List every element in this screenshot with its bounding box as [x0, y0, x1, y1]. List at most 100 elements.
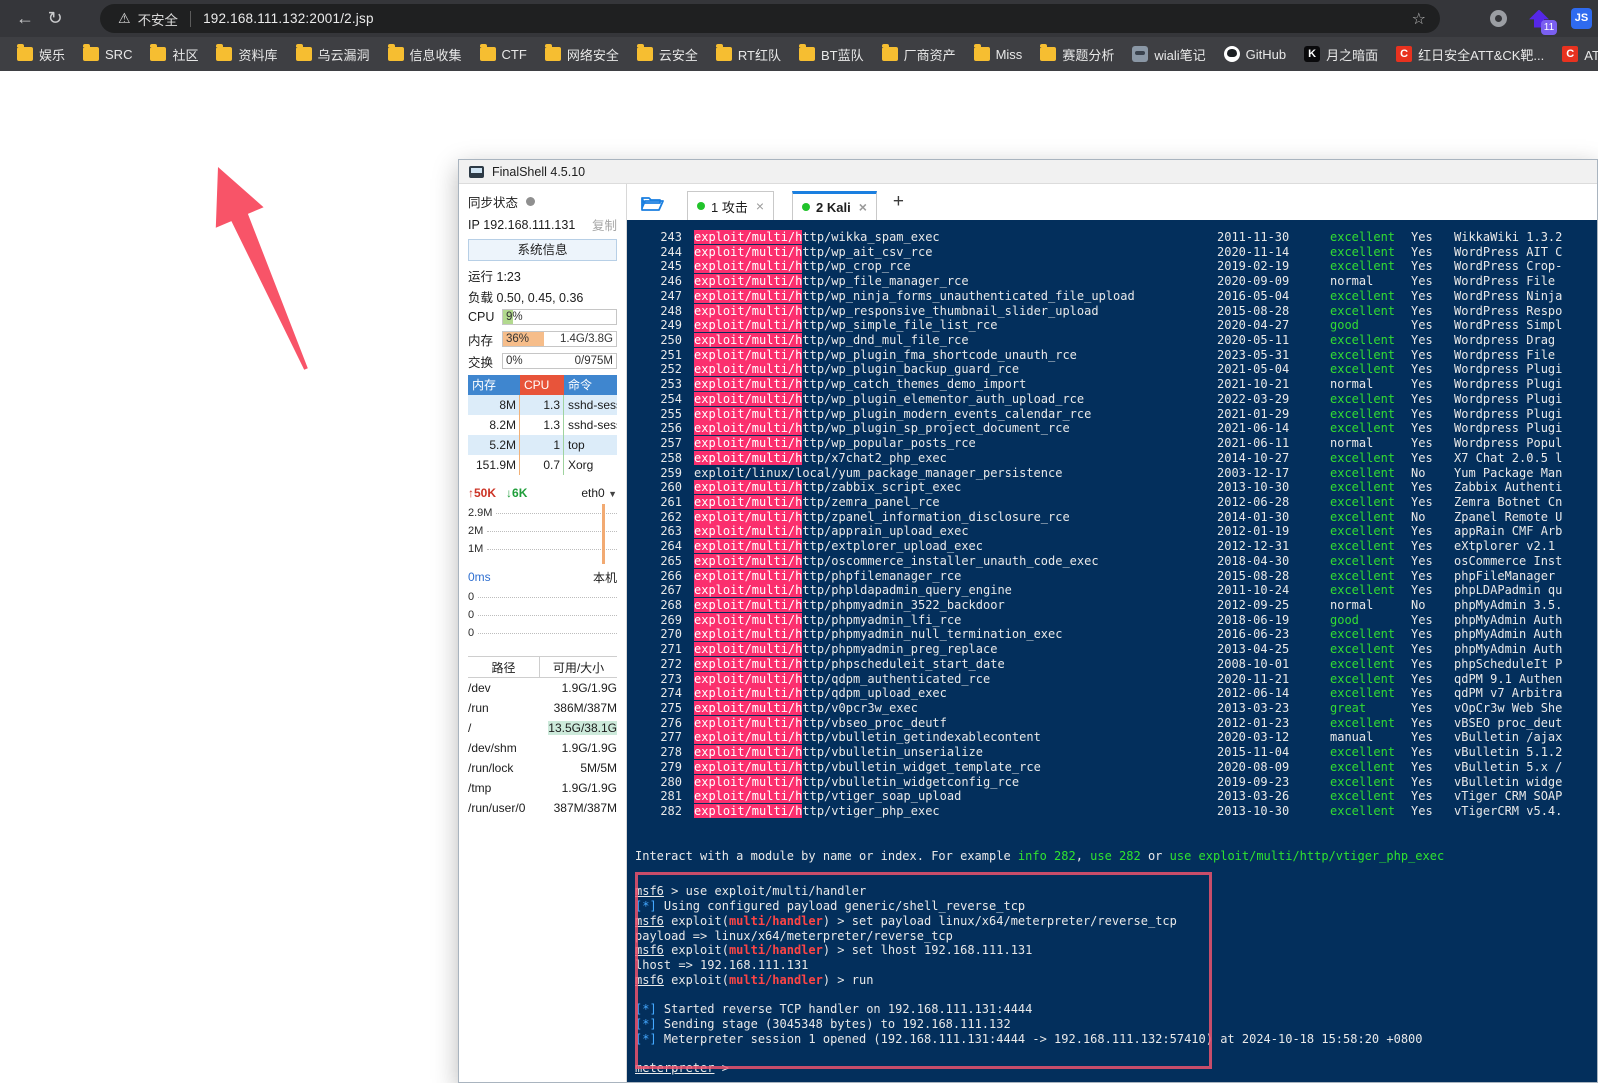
mem-bar-row: 内存 36% 1.4G/3.8G	[468, 331, 617, 347]
bookmark-star-icon[interactable]: ☆	[1412, 9, 1426, 29]
console-line: [*] Meterpreter session 1 opened (192.16…	[635, 1032, 1597, 1047]
console-line: msf6 exploit(multi/handler) > set payloa…	[635, 914, 1597, 929]
bookmark-label: 信息收集	[410, 45, 462, 64]
url-bar[interactable]: ⚠ 不安全 192.168.111.132:2001/2.jsp ☆	[100, 4, 1440, 33]
process-header-cmd[interactable]: 命令	[564, 375, 617, 395]
disk-table-header[interactable]: 路径 可用/大小	[468, 656, 617, 678]
bookmark-item[interactable]: 信息收集	[379, 42, 471, 67]
module-path: exploit/multi/http/wp_crop_rce	[694, 259, 1217, 274]
module-path: exploit/multi/http/vtiger_php_exec	[694, 804, 1217, 819]
module-description: vBulletin 5.1.2	[1454, 745, 1597, 760]
tab-close-icon[interactable]: ×	[859, 199, 867, 215]
module-check: No	[1411, 598, 1454, 613]
url-text[interactable]: 192.168.111.132:2001/2.jsp	[203, 11, 374, 26]
module-description: vTiger CRM SOAP	[1454, 789, 1597, 804]
extension-purple-icon[interactable]: 11	[1529, 10, 1549, 28]
module-rank: excellent	[1330, 480, 1411, 495]
bookmark-item[interactable]: CATT&CK 红日4靶机...	[1553, 42, 1598, 67]
bookmark-item[interactable]: wiali笔记	[1123, 42, 1214, 67]
window-titlebar[interactable]: FinalShell 4.5.10	[459, 160, 1597, 184]
extension-circle-icon[interactable]	[1490, 10, 1507, 27]
graph-gridline: 1M	[468, 540, 617, 558]
module-path: exploit/multi/http/wikka_spam_exec	[694, 230, 1217, 245]
module-rank: excellent	[1330, 642, 1411, 657]
terminal[interactable]: 243exploit/multi/http/wikka_spam_exec201…	[627, 220, 1597, 1083]
module-path: exploit/multi/http/wp_plugin_fma_shortco…	[694, 348, 1217, 363]
bookmark-item[interactable]: RT红队	[707, 42, 790, 67]
tab-attack[interactable]: 1 攻击 ×	[687, 191, 774, 220]
bookmark-item[interactable]: Miss	[965, 44, 1032, 65]
text-segment: >	[714, 1061, 728, 1075]
module-path: exploit/multi/http/vbseo_proc_deutf	[694, 716, 1217, 731]
text-segment: exploit(	[664, 973, 729, 987]
bookmark-item[interactable]: 资料库	[207, 42, 286, 67]
module-rank: good	[1330, 613, 1411, 628]
module-description: phpMyAdmin Auth	[1454, 642, 1597, 657]
module-check: No	[1411, 466, 1454, 481]
process-mem: 8.2M	[468, 415, 520, 435]
process-header-cpu[interactable]: CPU	[520, 375, 564, 395]
browser-toolbar: ← ↻ ⚠ 不安全 192.168.111.132:2001/2.jsp ☆ 1…	[0, 0, 1598, 37]
disk-header-path[interactable]: 路径	[468, 657, 540, 677]
module-check: Yes	[1411, 539, 1454, 554]
disk-header-size[interactable]: 可用/大小	[540, 657, 617, 677]
search-highlight: exploit/multi/h	[694, 510, 802, 524]
text-segment: ) > run	[823, 973, 874, 987]
bookmark-item[interactable]: K月之暗面	[1295, 42, 1387, 67]
interface-selector[interactable]: eth0 ▼	[581, 486, 617, 500]
bookmark-item[interactable]: 赛题分析	[1031, 42, 1123, 67]
module-number: 264	[627, 539, 682, 554]
module-row: 247exploit/multi/http/wp_ninja_forms_una…	[627, 289, 1597, 304]
module-date: 2023-05-31	[1217, 348, 1330, 363]
module-row: 262exploit/multi/http/zpanel_information…	[627, 510, 1597, 525]
open-folder-icon[interactable]	[639, 191, 665, 215]
folder-icon	[388, 47, 404, 61]
graph-gridline: 0	[468, 624, 617, 642]
module-rank: excellent	[1330, 716, 1411, 731]
bookmark-item[interactable]: 乌云漏洞	[287, 42, 379, 67]
process-header-mem[interactable]: 内存	[468, 375, 520, 395]
bookmark-item[interactable]: 厂商资产	[873, 42, 965, 67]
disk-size-value: 5M/5M	[580, 761, 617, 775]
back-icon[interactable]: ←	[10, 8, 40, 29]
new-tab-button[interactable]: +	[893, 191, 904, 213]
system-info-button[interactable]: 系统信息	[468, 239, 617, 261]
process-row: 8M1.3sshd-sess..	[468, 395, 617, 415]
bookmark-item[interactable]: CTF	[471, 44, 536, 65]
folder-icon	[882, 47, 898, 61]
bookmark-item[interactable]: 云安全	[628, 42, 707, 67]
process-cmd: Xorg	[564, 455, 617, 475]
text-segment: [*]	[635, 1002, 657, 1016]
js-extension-icon[interactable]: JS	[1571, 8, 1592, 29]
module-row: 268exploit/multi/http/phpmyadmin_3522_ba…	[627, 598, 1597, 613]
tab-label: 2 Kali	[816, 200, 851, 215]
reload-icon[interactable]: ↻	[40, 8, 70, 29]
module-path: exploit/multi/http/vbulletin_unserialize	[694, 745, 1217, 760]
module-date: 2019-02-19	[1217, 259, 1330, 274]
console-line: meterpreter >	[635, 1061, 1597, 1076]
bookmark-item[interactable]: 娱乐	[8, 42, 74, 67]
process-table-header[interactable]: 内存 CPU 命令	[468, 375, 617, 395]
module-date: 2020-08-09	[1217, 760, 1330, 775]
bookmark-item[interactable]: 网络安全	[536, 42, 628, 67]
text-segment: ) > set payload linux/x64/meterpreter/re…	[823, 914, 1177, 928]
module-number: 251	[627, 348, 682, 363]
monitor-panel: 同步状态 IP 192.168.111.131 复制 系统信息 运行 1:23 …	[459, 184, 627, 1083]
tab-kali[interactable]: 2 Kali ×	[792, 191, 877, 220]
bookmark-item[interactable]: C红日安全ATT&CK靶...	[1387, 42, 1553, 67]
bookmark-item[interactable]: BT蓝队	[790, 42, 873, 67]
module-path: exploit/multi/http/zabbix_script_exec	[694, 480, 1217, 495]
copy-ip-link[interactable]: 复制	[592, 215, 617, 234]
text-segment: ,	[1076, 849, 1090, 863]
module-row: 282exploit/multi/http/vtiger_php_exec201…	[627, 804, 1597, 819]
disk-row: /tmp1.9G/1.9G	[468, 778, 617, 798]
module-check: Yes	[1411, 716, 1454, 731]
bookmark-item[interactable]: GitHub	[1215, 43, 1295, 65]
security-label[interactable]: 不安全	[138, 9, 179, 29]
bookmark-item[interactable]: 社区	[141, 42, 207, 67]
module-path: exploit/multi/http/v0pcr3w_exec	[694, 701, 1217, 716]
cpu-label: CPU	[468, 310, 502, 324]
tab-close-icon[interactable]: ×	[756, 198, 764, 214]
module-date: 2013-04-25	[1217, 642, 1330, 657]
bookmark-item[interactable]: SRC	[74, 44, 141, 65]
